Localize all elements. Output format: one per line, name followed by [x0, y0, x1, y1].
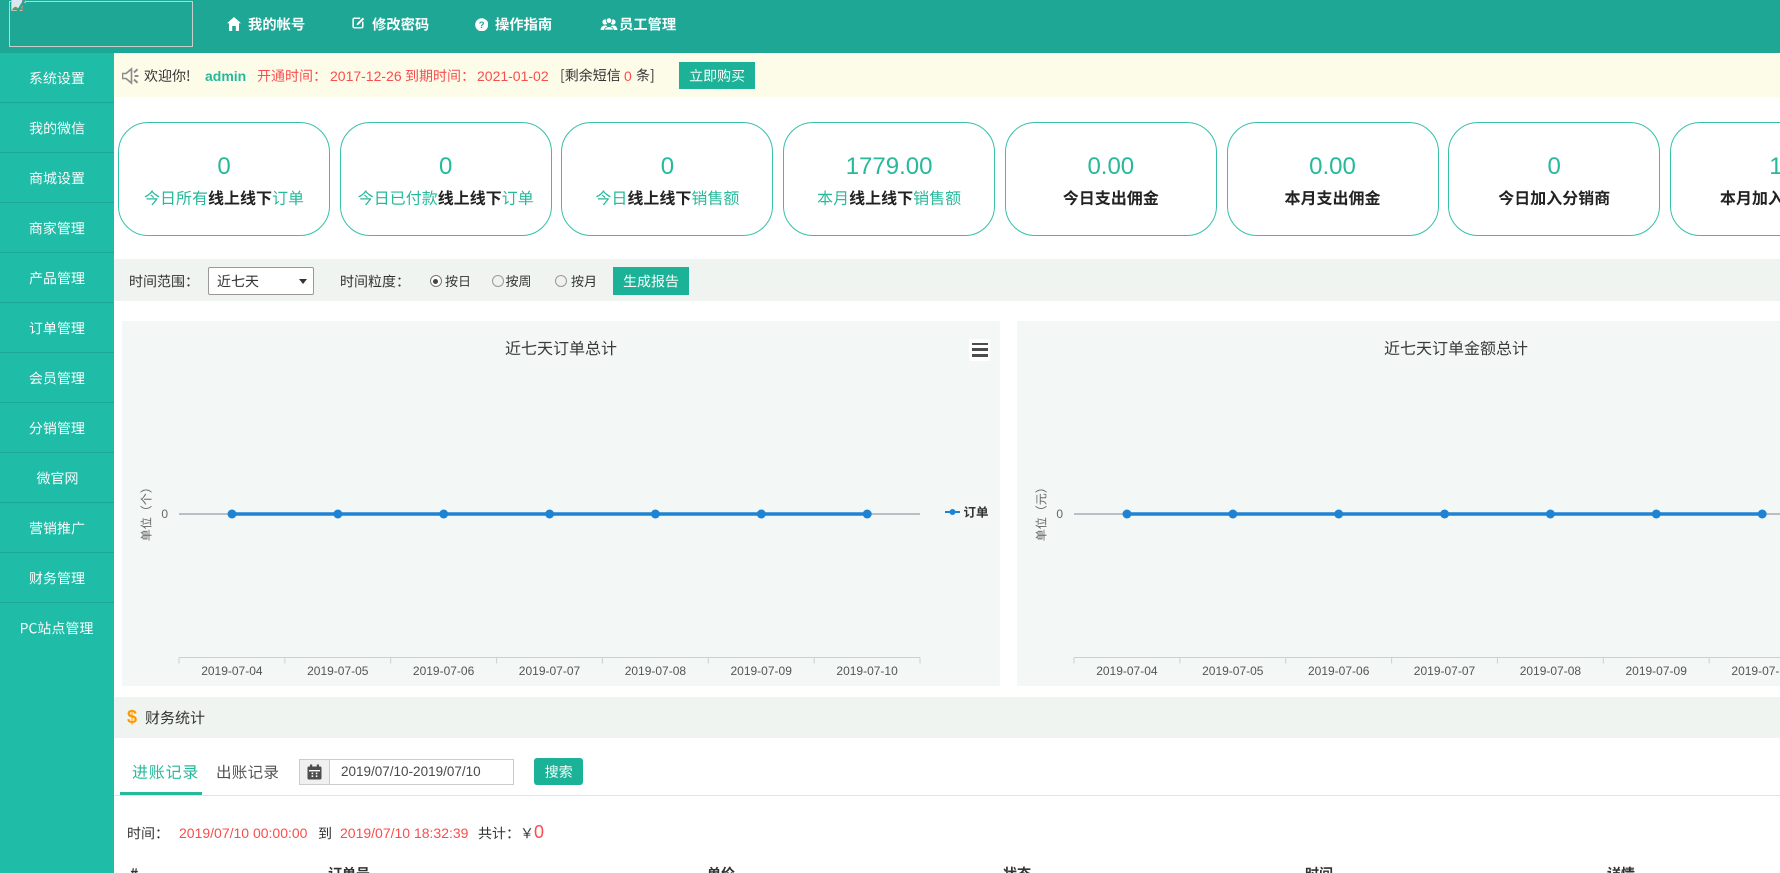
- svg-text:?: ?: [478, 20, 484, 31]
